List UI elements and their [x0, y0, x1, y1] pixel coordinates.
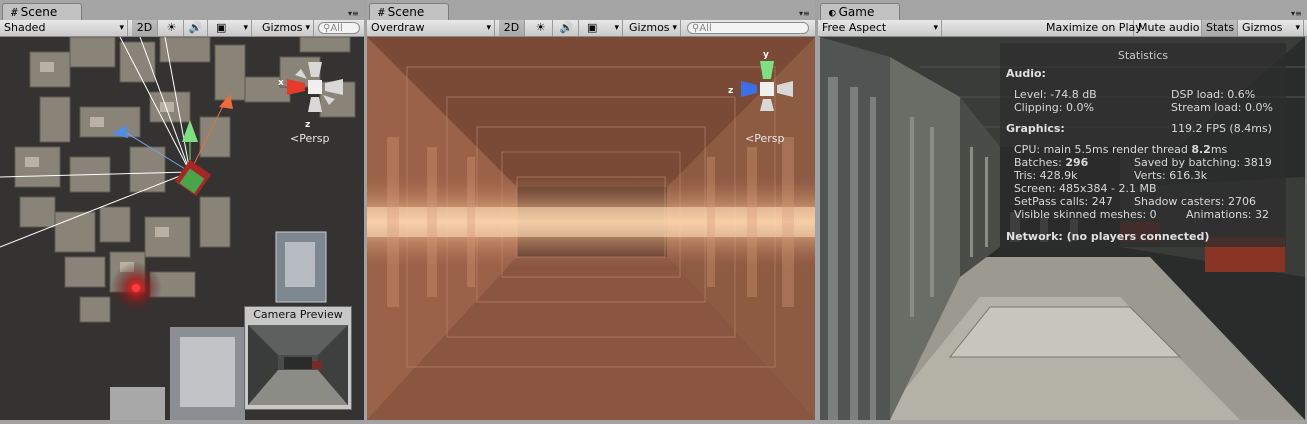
stream-load: Stream load: 0.0% — [1171, 101, 1273, 114]
fps-readout: 119.2 FPS (8.4ms) — [1171, 122, 1272, 135]
scene-toolbar: Overdraw 2D ☀ 🔊 ▣ Gizmos ⚲All — [367, 20, 815, 37]
lighting-toggle-icon[interactable]: ☀ — [529, 20, 553, 36]
cpu-timing: CPU: main 5.5ms render thread 8.2ms — [1014, 143, 1228, 156]
game-panel: ◐Game ▾≡ Free Aspect Maximize on Play Mu… — [818, 0, 1307, 424]
shading-mode-dropdown[interactable]: Shaded — [0, 20, 128, 36]
game-view[interactable]: Statistics Audio: Level: -74.8 dB DSP lo… — [820, 37, 1305, 420]
panel-menu-icon[interactable]: ▾≡ — [348, 9, 360, 18]
gizmos-dropdown[interactable]: Gizmos — [1238, 20, 1304, 36]
axis-y-label: y — [763, 50, 769, 60]
game-controller-icon: ◐ — [829, 6, 836, 19]
camera-preview: Camera Preview — [244, 306, 352, 410]
audio-level: Level: -74.8 dB — [1014, 88, 1097, 101]
2d-toggle-button[interactable]: 2D — [132, 20, 158, 36]
tab-bar: # Scene ▾≡ — [367, 0, 815, 20]
gizmos-dropdown[interactable]: Gizmos — [258, 20, 314, 36]
verts-count: Verts: 616.3k — [1134, 169, 1208, 182]
shading-mode-dropdown[interactable]: Overdraw — [367, 20, 495, 36]
tab-label: Scene — [20, 5, 58, 19]
tab-game[interactable]: ◐ Game — [820, 3, 900, 20]
scene-grid-icon: # — [378, 6, 385, 19]
axis-z-label: z — [728, 86, 733, 96]
effects-dropdown-icon[interactable]: ▣ — [583, 20, 623, 36]
panel-menu-icon[interactable]: ▾≡ — [799, 9, 811, 18]
tab-label: Game — [838, 5, 875, 19]
game-toolbar: Free Aspect Maximize on Play Mute audio … — [818, 20, 1307, 37]
statistics-title: Statistics — [1117, 49, 1169, 62]
camera-preview-image — [248, 325, 348, 405]
saved-by-batching: Saved by batching: 3819 — [1134, 156, 1272, 169]
scene-panel-shaded: #Scene ▾≡ Shaded 2D ☀ 🔊 ▣ Gizmos ⚲All — [0, 0, 364, 424]
setpass-calls: SetPass calls: 247 — [1014, 195, 1113, 208]
graphics-header: Graphics: — [1006, 122, 1065, 135]
batches: Batches: 296 — [1014, 156, 1089, 169]
search-input[interactable]: ⚲All — [318, 22, 360, 34]
tab-scene[interactable]: # Scene — [2, 3, 82, 20]
audio-toggle-icon[interactable]: 🔊 — [184, 20, 208, 36]
mute-audio-toggle[interactable]: Mute audio — [1134, 20, 1202, 36]
tab-scene[interactable]: # Scene — [369, 3, 449, 20]
screen-info: Screen: 485x384 - 2.1 MB — [1014, 182, 1157, 195]
statistics-overlay: Statistics Audio: Level: -74.8 dB DSP lo… — [1000, 43, 1286, 247]
effects-dropdown-icon[interactable]: ▣ — [212, 20, 252, 36]
search-input[interactable]: ⚲All — [687, 22, 809, 34]
scene-viewport[interactable]: y z <Persp — [367, 37, 815, 420]
perspective-label[interactable]: <Persp — [290, 132, 329, 145]
audio-toggle-icon[interactable]: 🔊 — [555, 20, 579, 36]
network-status: Network: (no players connected) — [1006, 230, 1210, 243]
audio-header: Audio: — [1006, 67, 1046, 80]
tab-bar: # Scene ▾≡ — [0, 0, 364, 20]
stats-toggle[interactable]: Stats — [1202, 20, 1238, 36]
aspect-dropdown[interactable]: Free Aspect — [818, 20, 942, 36]
clipping: Clipping: 0.0% — [1014, 101, 1094, 114]
tris-count: Tris: 428.9k — [1014, 169, 1078, 182]
visible-skinned-meshes: Visible skinned meshes: 0 — [1014, 208, 1157, 221]
tab-bar: ◐ Game ▾≡ — [818, 0, 1307, 20]
animations-count: Animations: 32 — [1186, 208, 1270, 221]
2d-toggle-button[interactable]: 2D — [499, 20, 525, 36]
scene-panel-overdraw: #Scene ▾≡ Overdraw 2D ☀ 🔊 ▣ Gizmos ⚲All — [367, 0, 815, 424]
dsp-load: DSP load: 0.6% — [1171, 88, 1256, 101]
overdraw-render: y z — [367, 37, 815, 420]
tab-label: Scene — [387, 5, 425, 19]
lighting-toggle-icon[interactable]: ☀ — [160, 20, 184, 36]
panel-menu-icon[interactable]: ▾≡ — [1291, 9, 1303, 18]
shadow-casters: Shadow casters: 2706 — [1134, 195, 1256, 208]
perspective-label[interactable]: <Persp — [745, 132, 784, 145]
scene-toolbar: Shaded 2D ☀ 🔊 ▣ Gizmos ⚲All — [0, 20, 364, 37]
maximize-on-play-toggle[interactable]: Maximize on Play — [1042, 20, 1142, 36]
axis-x-label: x — [278, 78, 284, 88]
scene-grid-icon: # — [11, 6, 18, 19]
axis-z-label: z — [305, 120, 310, 130]
camera-preview-title: Camera Preview — [253, 308, 343, 321]
gizmos-dropdown[interactable]: Gizmos — [625, 20, 681, 36]
